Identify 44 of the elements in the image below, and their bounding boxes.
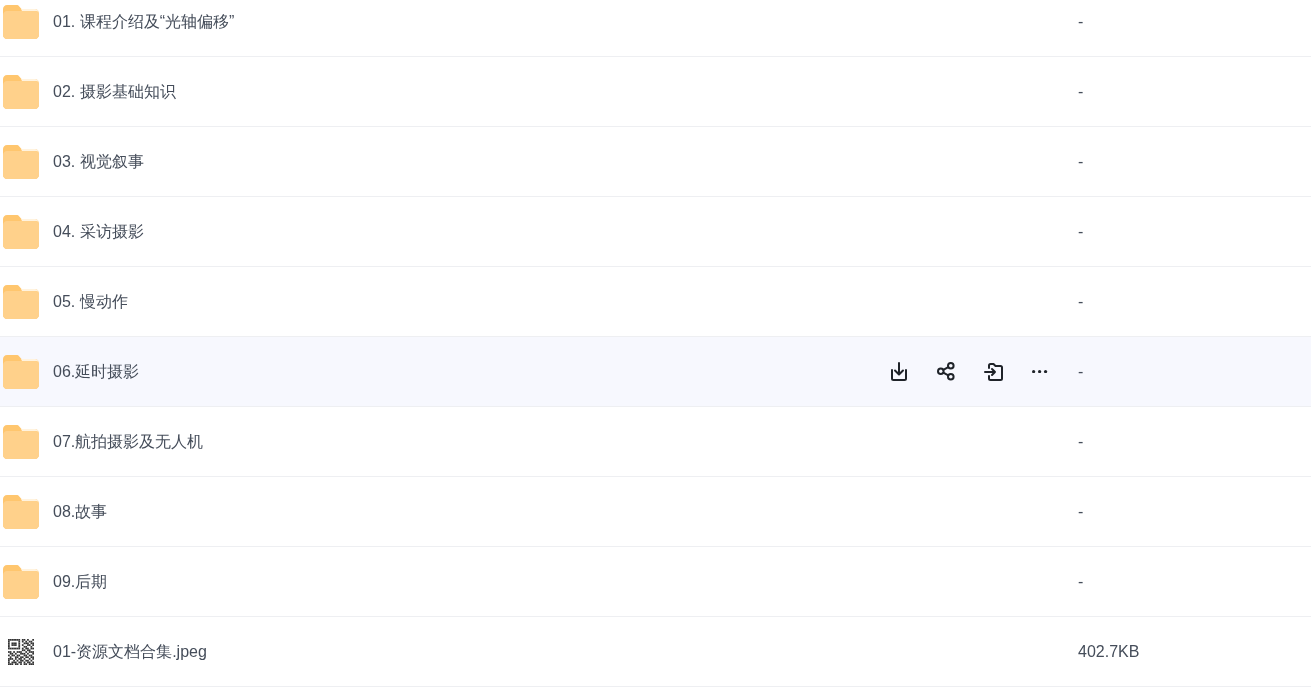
qr-code-icon [8, 638, 34, 665]
file-size: - [1078, 151, 1085, 172]
file-size: - [1078, 571, 1085, 592]
folder-icon [3, 283, 39, 320]
share-button[interactable] [934, 359, 958, 384]
file-name: 02. 摄影基础知识 [53, 81, 176, 102]
file-name: 06.延时摄影 [53, 361, 140, 382]
file-row[interactable]: 03. 视觉叙事 - [0, 127, 1311, 197]
folder-icon [3, 213, 39, 250]
file-name: 01. 课程介绍及“光轴偏移” [53, 11, 235, 32]
folder-icon [3, 353, 39, 390]
file-row[interactable]: 06.延时摄影 - [0, 337, 1311, 407]
file-size: - [1078, 81, 1085, 102]
file-size: - [1078, 11, 1085, 32]
file-row[interactable]: 04. 采访摄影 - [0, 197, 1311, 267]
file-name: 04. 采访摄影 [53, 221, 144, 242]
more-icon [1032, 369, 1048, 374]
file-row[interactable]: 02. 摄影基础知识 - [0, 57, 1311, 127]
move-to-folder-icon [983, 362, 1003, 381]
file-size: - [1078, 501, 1085, 522]
file-row[interactable]: 01. 课程介绍及“光轴偏移” - [0, 0, 1311, 57]
download-icon [891, 362, 907, 381]
file-size: - [1078, 431, 1085, 452]
folder-icon [3, 493, 39, 530]
file-name: 07.航拍摄影及无人机 [53, 431, 204, 452]
file-name: 01-资源文档合集.jpeg [53, 641, 207, 662]
file-row[interactable]: 07.航拍摄影及无人机 - [0, 407, 1311, 477]
file-name: 08.故事 [53, 501, 108, 522]
folder-icon [3, 143, 39, 180]
file-size: - [1078, 221, 1085, 242]
file-row[interactable]: 09.后期 - [0, 547, 1311, 617]
folder-icon [3, 563, 39, 600]
folder-icon [3, 423, 39, 460]
file-name: 03. 视觉叙事 [53, 151, 144, 172]
file-size: 402.7KB [1078, 641, 1141, 662]
file-name: 05. 慢动作 [53, 291, 128, 312]
file-row[interactable]: 01-资源文档合集.jpeg 402.7KB [0, 617, 1311, 687]
file-row[interactable]: 08.故事 - [0, 477, 1311, 547]
folder-icon [3, 73, 39, 110]
file-size: - [1078, 291, 1085, 312]
share-icon [937, 362, 955, 381]
file-size: - [1078, 361, 1085, 382]
folder-icon [3, 3, 39, 40]
file-name: 09.后期 [53, 571, 108, 592]
